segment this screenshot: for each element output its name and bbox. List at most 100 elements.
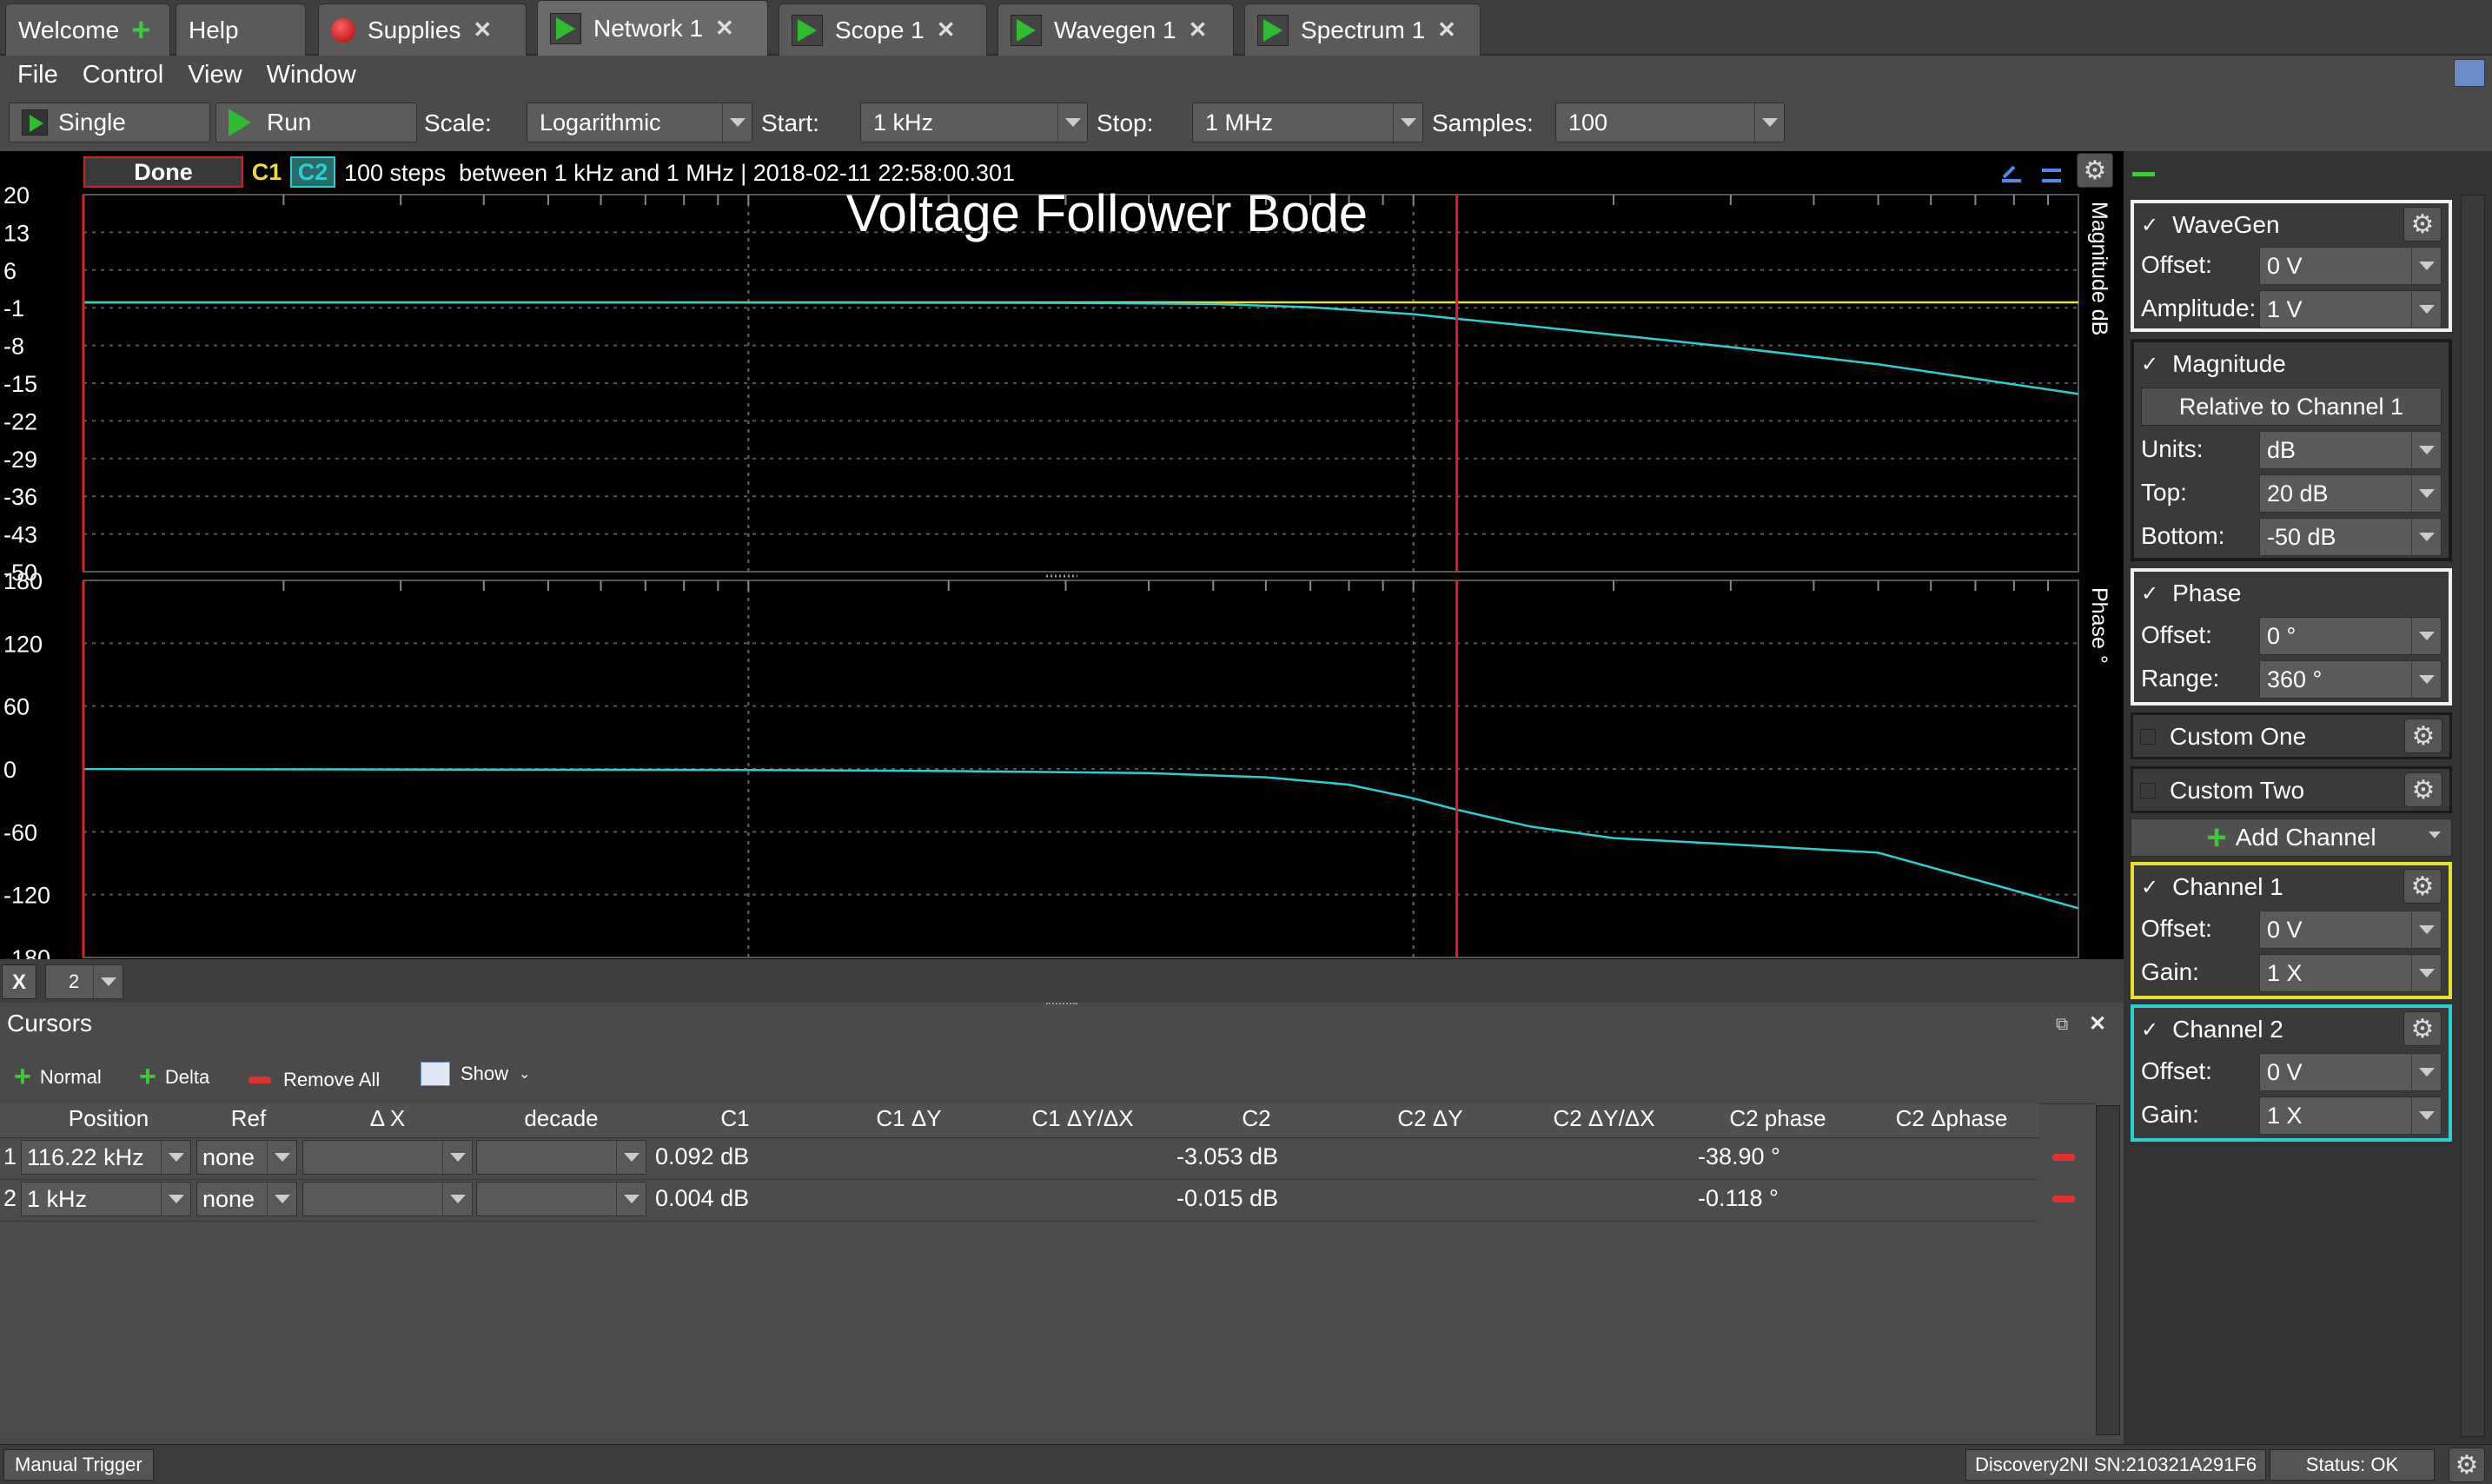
- units-select[interactable]: dB: [2259, 431, 2442, 469]
- check-icon[interactable]: ✓: [2141, 352, 2158, 377]
- header-c2-phase[interactable]: C2 phase: [1691, 1105, 1865, 1136]
- device-label[interactable]: Discovery2NI SN:210321A291F6: [1965, 1449, 2267, 1481]
- relative-button[interactable]: Relative to Channel 1: [2141, 388, 2442, 426]
- close-icon[interactable]: ✕: [937, 17, 956, 43]
- start-select[interactable]: 1 kHz: [860, 103, 1088, 142]
- check-icon[interactable]: ✓: [2141, 581, 2158, 606]
- show-label: Show: [461, 1063, 509, 1084]
- x-axis-combo[interactable]: 2: [45, 964, 123, 999]
- x-axis-button[interactable]: X: [2, 964, 36, 999]
- ref-select[interactable]: none: [196, 1140, 297, 1175]
- menu-file[interactable]: File: [17, 61, 58, 89]
- tab-wavegen-1[interactable]: Wavegen 1 ✕: [997, 3, 1234, 56]
- chevron-down-icon: [2411, 955, 2441, 991]
- decade-select[interactable]: [476, 1182, 646, 1216]
- phase-range-select[interactable]: 360 °: [2259, 660, 2442, 699]
- delta-button[interactable]: + Delta: [139, 1060, 209, 1094]
- header-c1-dydx[interactable]: C1 ΔY/ΔX: [996, 1105, 1170, 1136]
- splitter-handle[interactable]: [1046, 1003, 1077, 1006]
- header-delta-x[interactable]: Δ X: [301, 1105, 474, 1136]
- bottom-select[interactable]: -50 dB: [2259, 518, 2442, 556]
- menu-window[interactable]: Window: [267, 61, 356, 89]
- menu-view[interactable]: View: [188, 61, 242, 89]
- close-icon[interactable]: ✕: [715, 15, 734, 42]
- position-select[interactable]: 1 kHz: [21, 1182, 191, 1216]
- amplitude-label: Amplitude:: [2141, 295, 2257, 321]
- remove-all-button[interactable]: Remove All: [249, 1069, 380, 1091]
- header-c2-dy[interactable]: C2 ΔY: [1343, 1105, 1517, 1136]
- wavegen-offset-select[interactable]: 0 V: [2259, 247, 2442, 285]
- remove-row-icon[interactable]: [2052, 1154, 2075, 1161]
- phase-offset-select[interactable]: 0 °: [2259, 617, 2442, 655]
- gear-icon[interactable]: ⚙: [2403, 1011, 2442, 1046]
- position-select[interactable]: 116.22 kHz: [21, 1140, 191, 1175]
- offset-label: Offset:: [2141, 251, 2212, 278]
- wavegen-title: WaveGen: [2172, 211, 2280, 238]
- x-axis-combo-value: 2: [69, 971, 80, 992]
- tab-network-1[interactable]: Network 1 ✕: [537, 0, 768, 56]
- samples-select[interactable]: 100: [1555, 103, 1785, 142]
- wavegen-amplitude-select[interactable]: 1 V: [2259, 290, 2442, 328]
- scale-select[interactable]: Logarithmic: [527, 103, 752, 142]
- tab-spectrum-1[interactable]: Spectrum 1 ✕: [1244, 3, 1481, 56]
- manual-trigger-button[interactable]: Manual Trigger: [3, 1449, 154, 1481]
- gear-icon[interactable]: ⚙: [2403, 869, 2442, 904]
- add-channel-button[interactable]: + Add Channel: [2131, 818, 2452, 857]
- decade-select[interactable]: [476, 1140, 646, 1175]
- top-select[interactable]: 20 dB: [2259, 474, 2442, 513]
- header-c2-dphase[interactable]: C2 Δphase: [1865, 1105, 2038, 1136]
- header-ref[interactable]: Ref: [196, 1105, 301, 1136]
- stop-select[interactable]: 1 MHz: [1192, 103, 1423, 142]
- header-position[interactable]: Position: [17, 1105, 200, 1136]
- settings-gear-icon[interactable]: ⚙: [2449, 1448, 2485, 1482]
- gear-icon[interactable]: ⚙: [2404, 719, 2442, 753]
- single-button[interactable]: Single: [9, 103, 210, 142]
- run-button[interactable]: Run: [215, 103, 417, 142]
- scale-label: Scale:: [424, 109, 492, 136]
- delta-x-select[interactable]: [302, 1182, 473, 1216]
- table-scrollbar[interactable]: [2096, 1105, 2120, 1435]
- check-icon[interactable]: ✓: [2141, 213, 2158, 238]
- channel-1-offset-select[interactable]: 0 V: [2259, 911, 2442, 949]
- close-icon[interactable]: ✕: [1437, 17, 1456, 43]
- close-icon[interactable]: ✕: [1189, 17, 1208, 43]
- tab-supplies[interactable]: Supplies ✕: [318, 3, 527, 56]
- add-icon[interactable]: +: [131, 14, 150, 47]
- normal-button[interactable]: + Normal: [14, 1060, 102, 1094]
- channel-2-offset-select[interactable]: 0 V: [2259, 1053, 2442, 1091]
- window-restore-icon[interactable]: [2454, 59, 2485, 87]
- start-label: Start:: [761, 109, 819, 136]
- header-decade[interactable]: decade: [474, 1105, 648, 1136]
- show-button[interactable]: Show ⌄: [421, 1062, 530, 1086]
- y-tick-label: 60: [3, 694, 30, 720]
- tab-help[interactable]: Help: [176, 3, 306, 56]
- collapse-icon[interactable]: [2132, 172, 2155, 176]
- offset-label: Offset:: [2141, 1057, 2212, 1084]
- tab-welcome[interactable]: Welcome +: [5, 3, 170, 56]
- checkbox[interactable]: [2140, 783, 2156, 798]
- delta-x-select[interactable]: [302, 1140, 473, 1175]
- run-icon: [229, 109, 251, 136]
- check-icon[interactable]: ✓: [2141, 1017, 2158, 1043]
- scale-value: Logarithmic: [540, 109, 661, 136]
- header-c2[interactable]: C2: [1170, 1105, 1343, 1136]
- channel-1-gain-select[interactable]: 1 X: [2259, 954, 2442, 992]
- gear-icon[interactable]: ⚙: [2404, 772, 2442, 807]
- close-icon[interactable]: ✕: [473, 17, 492, 43]
- stop-label: Stop:: [1097, 109, 1154, 136]
- header-c2-dydx[interactable]: C2 ΔY/ΔX: [1517, 1105, 1691, 1136]
- close-icon[interactable]: ✕: [2089, 1011, 2106, 1037]
- header-c1-dy[interactable]: C1 ΔY: [822, 1105, 996, 1136]
- ref-select[interactable]: none: [196, 1182, 297, 1216]
- gear-icon[interactable]: ⚙: [2403, 207, 2442, 242]
- checkbox[interactable]: [2140, 729, 2156, 745]
- float-icon[interactable]: ⧉: [2056, 1015, 2068, 1035]
- check-icon[interactable]: ✓: [2141, 875, 2158, 900]
- header-c1[interactable]: C1: [648, 1105, 822, 1136]
- channel-2-gain-select[interactable]: 1 X: [2259, 1096, 2442, 1135]
- menu-control[interactable]: Control: [83, 61, 164, 89]
- tab-scope-1[interactable]: Scope 1 ✕: [779, 3, 987, 56]
- right-panel-scrollbar[interactable]: [2461, 195, 2485, 1437]
- position-value: 116.22 kHz: [27, 1143, 144, 1170]
- remove-row-icon[interactable]: [2052, 1196, 2075, 1202]
